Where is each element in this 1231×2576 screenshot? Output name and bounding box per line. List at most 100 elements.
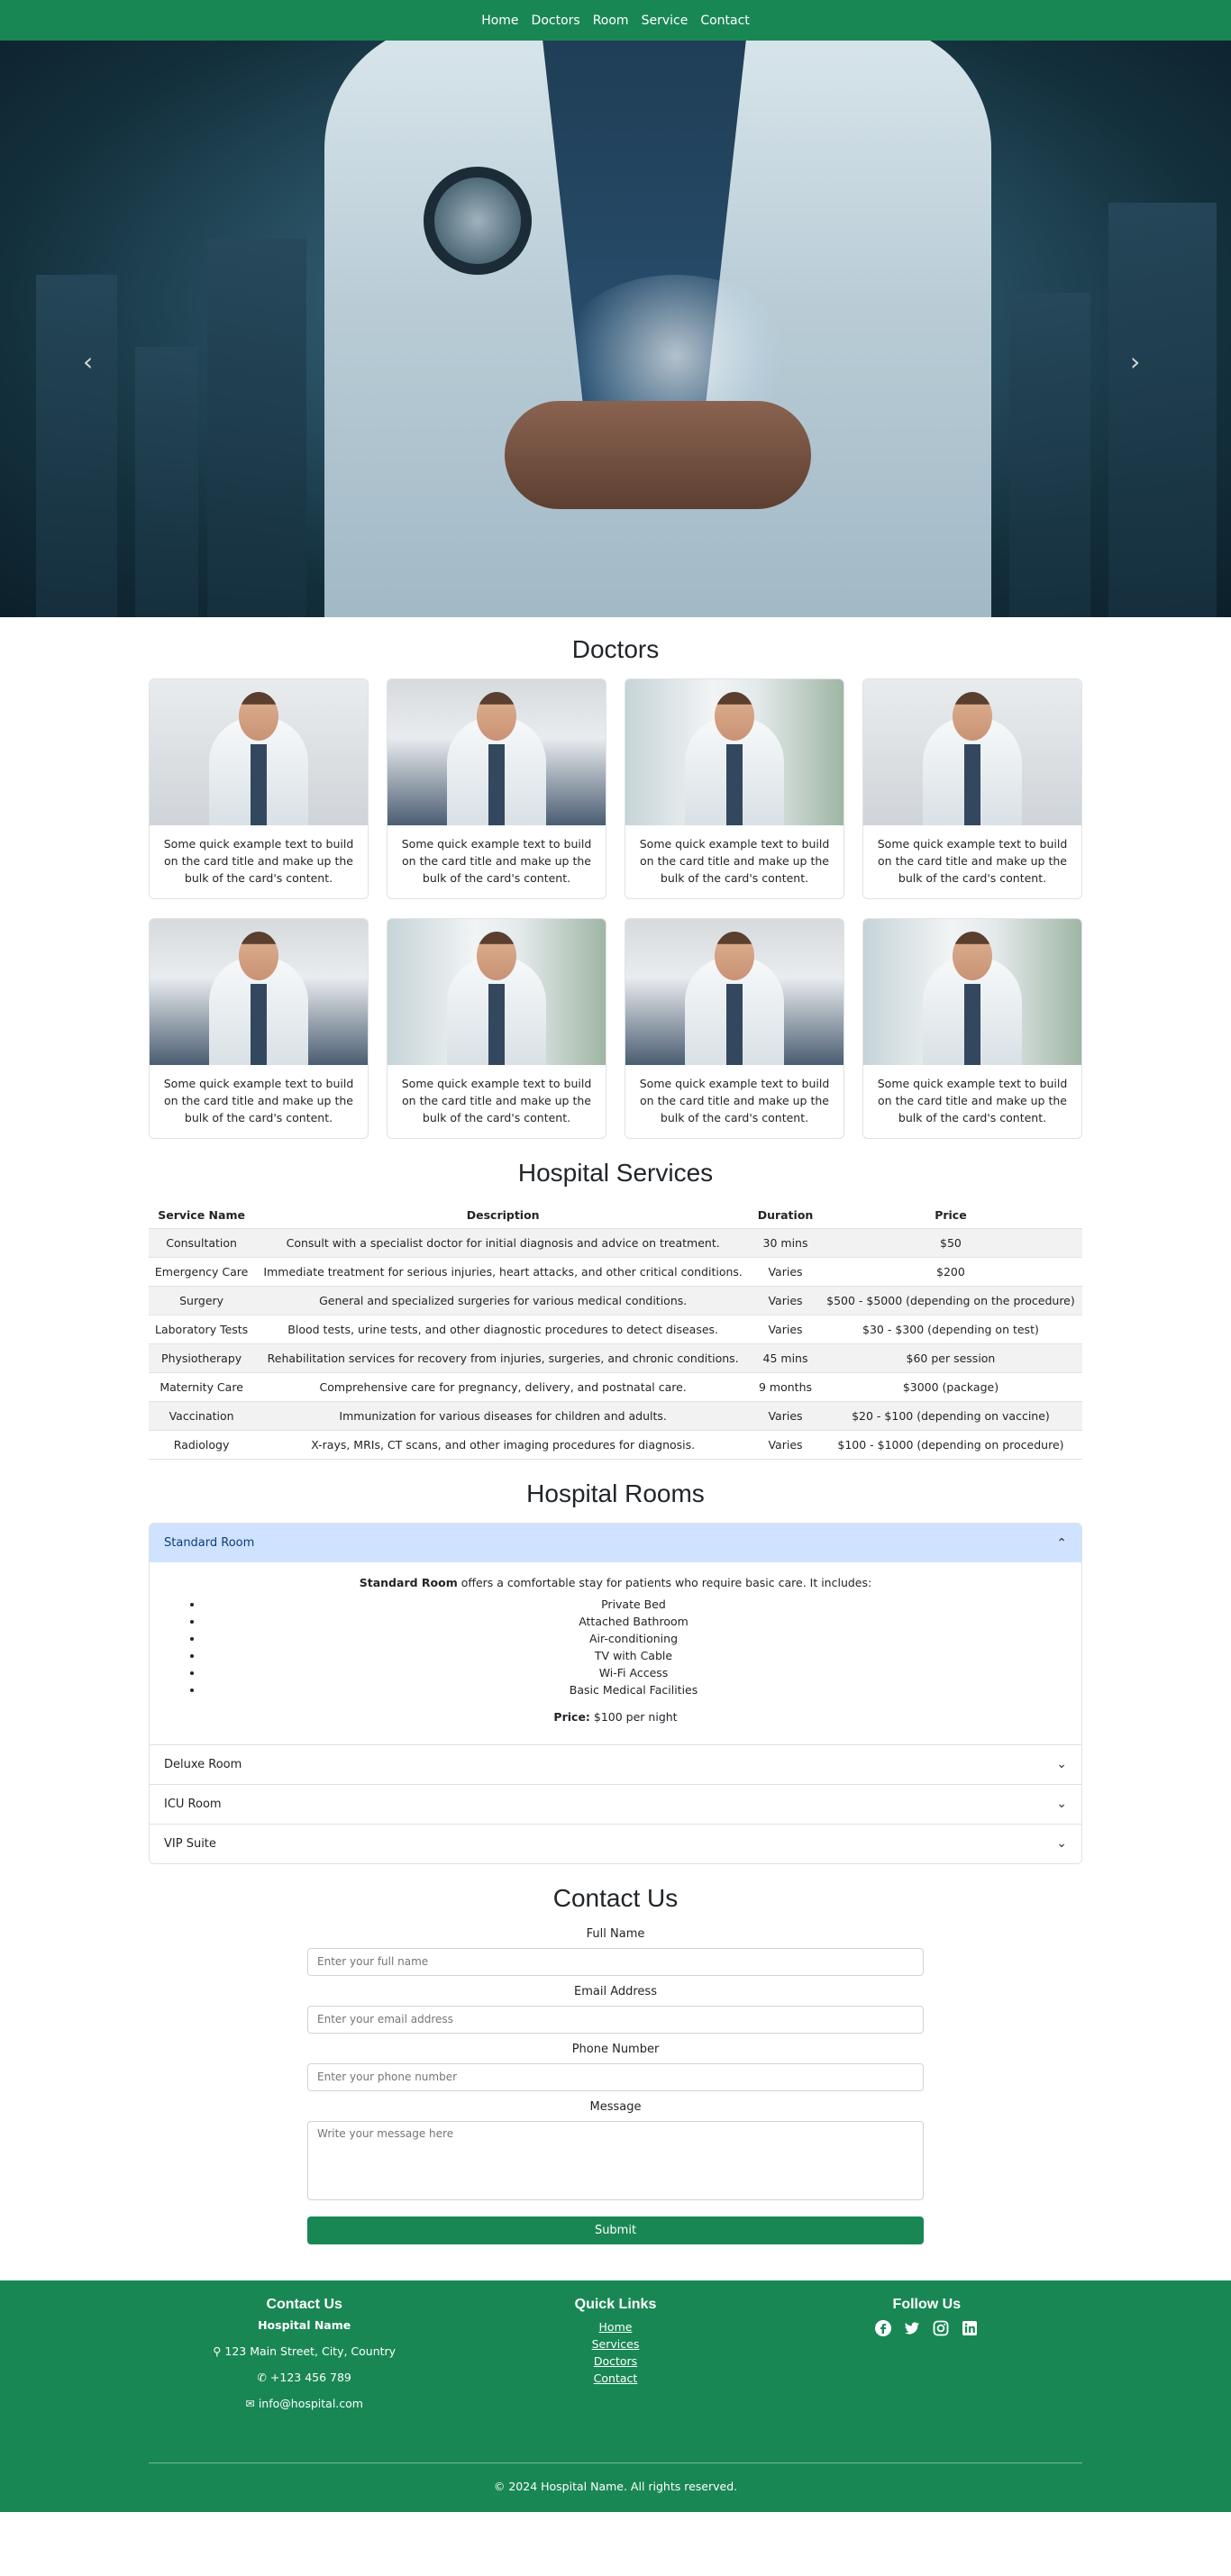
accordion-header-label: Deluxe Room (164, 1757, 242, 1771)
table-cell: Varies (752, 1315, 819, 1344)
card-text: Some quick example text to build on the … (401, 1077, 592, 1124)
doctor-card[interactable]: Some quick example text to build on the … (862, 918, 1082, 1139)
accordion-header-icu-room[interactable]: ICU Room ⌄ (150, 1784, 1081, 1824)
doctor-card[interactable]: Some quick example text to build on the … (862, 678, 1082, 899)
table-cell: 9 months (752, 1372, 819, 1402)
room-feature-list: Private Bed Attached Bathroom Air-condit… (168, 1596, 1063, 1698)
list-item: Basic Medical Facilities (204, 1681, 1063, 1698)
doctor-card[interactable]: Some quick example text to build on the … (387, 678, 606, 899)
instagram-icon[interactable] (931, 2318, 951, 2338)
table-cell: Consult with a specialist doctor for ini… (254, 1228, 752, 1258)
room-price-label: Price: (553, 1709, 590, 1724)
table-cell: $60 per session (818, 1343, 1082, 1373)
doctor-card[interactable]: Some quick example text to build on the … (625, 918, 844, 1139)
doctor-card[interactable]: Some quick example text to build on the … (625, 678, 844, 899)
table-cell: Varies (752, 1430, 819, 1460)
nav-service[interactable]: Service (642, 14, 688, 28)
card-text: Some quick example text to build on the … (639, 1077, 830, 1124)
contact-title: Contact Us (552, 1883, 679, 1912)
footer-link-home[interactable]: Home (460, 2318, 771, 2335)
services-title: Hospital Services (517, 1159, 714, 1187)
table-row: Vaccination Immunization for various dise… (149, 1401, 1082, 1431)
twitter-icon[interactable] (902, 2318, 922, 2338)
accordion-item-deluxe: Deluxe Room ⌄ (150, 1743, 1081, 1784)
doctor-cards-grid: Some quick example text to build on the … (149, 678, 1082, 1139)
column-header: Price (818, 1202, 1082, 1229)
nav-contact[interactable]: Contact (700, 14, 749, 28)
message-label: Message (589, 2099, 642, 2114)
accordion-header-standard-room[interactable]: Standard Room ⌃ (150, 1524, 1081, 1562)
footer-links-column: Quick Links Home Services Doctors Contac… (460, 2297, 771, 2423)
table-cell: Varies (752, 1286, 819, 1315)
rooms-accordion: Standard Room ⌃ Standard Room offers a c… (149, 1523, 1082, 1864)
table-cell: Blood tests, urine tests, and other diag… (254, 1315, 752, 1344)
table-cell: Consultation (149, 1228, 255, 1258)
facebook-icon[interactable] (873, 2318, 893, 2338)
doctor-photo (150, 919, 368, 1065)
table-row: Physiotherapy Rehabilitation services for… (149, 1343, 1082, 1373)
card-text: Some quick example text to build on the … (639, 837, 830, 885)
table-row: Radiology X-rays, MRIs, CT scans, and oth… (149, 1430, 1082, 1460)
services-table-body: Consultation Consult with a specialist do… (149, 1228, 1082, 1460)
list-item: Private Bed (204, 1596, 1063, 1613)
footer-link-contact[interactable]: Contact (460, 2370, 771, 2387)
room-price-value: $100 per night (589, 1709, 678, 1724)
map-pin-icon: ⚲ (213, 2344, 222, 2358)
table-cell: Rehabilitation services for recovery fro… (254, 1343, 752, 1373)
accordion-header-label: VIP Suite (164, 1836, 216, 1851)
services-table: Service Name Description Duration Price … (149, 1202, 1082, 1460)
doctor-card[interactable]: Some quick example text to build on the … (387, 918, 606, 1139)
table-cell: Maternity Care (149, 1372, 255, 1402)
chevron-right-icon[interactable]: › (1130, 347, 1140, 377)
table-cell: Emergency Care (149, 1257, 255, 1287)
table-cell: Varies (752, 1257, 819, 1287)
table-header-row: Service Name Description Duration Price (149, 1202, 1082, 1229)
card-text: Some quick example text to build on the … (163, 837, 354, 885)
email-label: Email Address (574, 1984, 657, 1998)
full-name-input[interactable] (307, 1947, 924, 1976)
chevron-down-icon: ⌄ (1056, 1797, 1067, 1811)
email-input[interactable] (307, 2005, 924, 2034)
doctor-photo (863, 679, 1081, 825)
room-intro: Standard Room offers a comfortable stay … (168, 1575, 1063, 1592)
doctor-photo (388, 679, 606, 825)
nav-room[interactable]: Room (593, 14, 629, 28)
nav-home[interactable]: Home (481, 14, 518, 28)
footer-link-services[interactable]: Services (460, 2335, 771, 2353)
accordion-header-label: ICU Room (164, 1797, 222, 1811)
table-cell: General and specialized surgeries for va… (254, 1286, 752, 1315)
footer-links-title: Quick Links (574, 2296, 657, 2312)
social-icons (771, 2318, 1082, 2338)
top-navbar: Home Doctors Room Service Contact (0, 0, 1231, 41)
list-item: TV with Cable (204, 1647, 1063, 1664)
table-cell: X-rays, MRIs, CT scans, and other imagin… (254, 1430, 752, 1460)
stethoscope-graphic (424, 167, 532, 275)
footer-address: ⚲ 123 Main Street, City, Country (149, 2344, 460, 2358)
accordion-header-deluxe-room[interactable]: Deluxe Room ⌄ (150, 1744, 1081, 1784)
linkedin-icon[interactable] (960, 2318, 980, 2338)
footer-email: ✉ info@hospital.com (149, 2397, 460, 2410)
chevron-down-icon: ⌄ (1056, 1836, 1067, 1851)
room-intro-bold: Standard Room (359, 1576, 458, 1589)
table-cell: Physiotherapy (149, 1343, 255, 1373)
accordion-item-vip: VIP Suite ⌄ (150, 1823, 1081, 1863)
contact-form: Full Name Email Address Phone Number Mes… (307, 1927, 924, 2244)
chevron-left-icon[interactable]: ‹ (83, 347, 93, 377)
nav-doctors[interactable]: Doctors (532, 14, 580, 28)
phone-input[interactable] (307, 2062, 924, 2091)
services-section: Hospital Services Service Name Descripti… (149, 1159, 1082, 1460)
table-cell: Surgery (149, 1286, 255, 1315)
footer-link-doctors[interactable]: Doctors (460, 2353, 771, 2370)
table-cell: Immediate treatment for serious injuries… (254, 1257, 752, 1287)
submit-button[interactable]: Submit (307, 2216, 924, 2244)
doctor-photo (625, 679, 843, 825)
rooms-title: Hospital Rooms (526, 1479, 705, 1507)
accordion-header-vip-suite[interactable]: VIP Suite ⌄ (150, 1824, 1081, 1863)
footer-address-text: 123 Main Street, City, Country (224, 2344, 397, 2358)
doctor-card[interactable]: Some quick example text to build on the … (149, 918, 369, 1139)
accordion-body-standard-room: Standard Room offers a comfortable stay … (150, 1562, 1081, 1744)
table-cell: Immunization for various diseases for ch… (254, 1401, 752, 1431)
doctor-card[interactable]: Some quick example text to build on the … (149, 678, 369, 899)
message-textarea[interactable] (307, 2120, 924, 2200)
table-cell: $500 - $5000 (depending on the procedure… (818, 1286, 1082, 1315)
